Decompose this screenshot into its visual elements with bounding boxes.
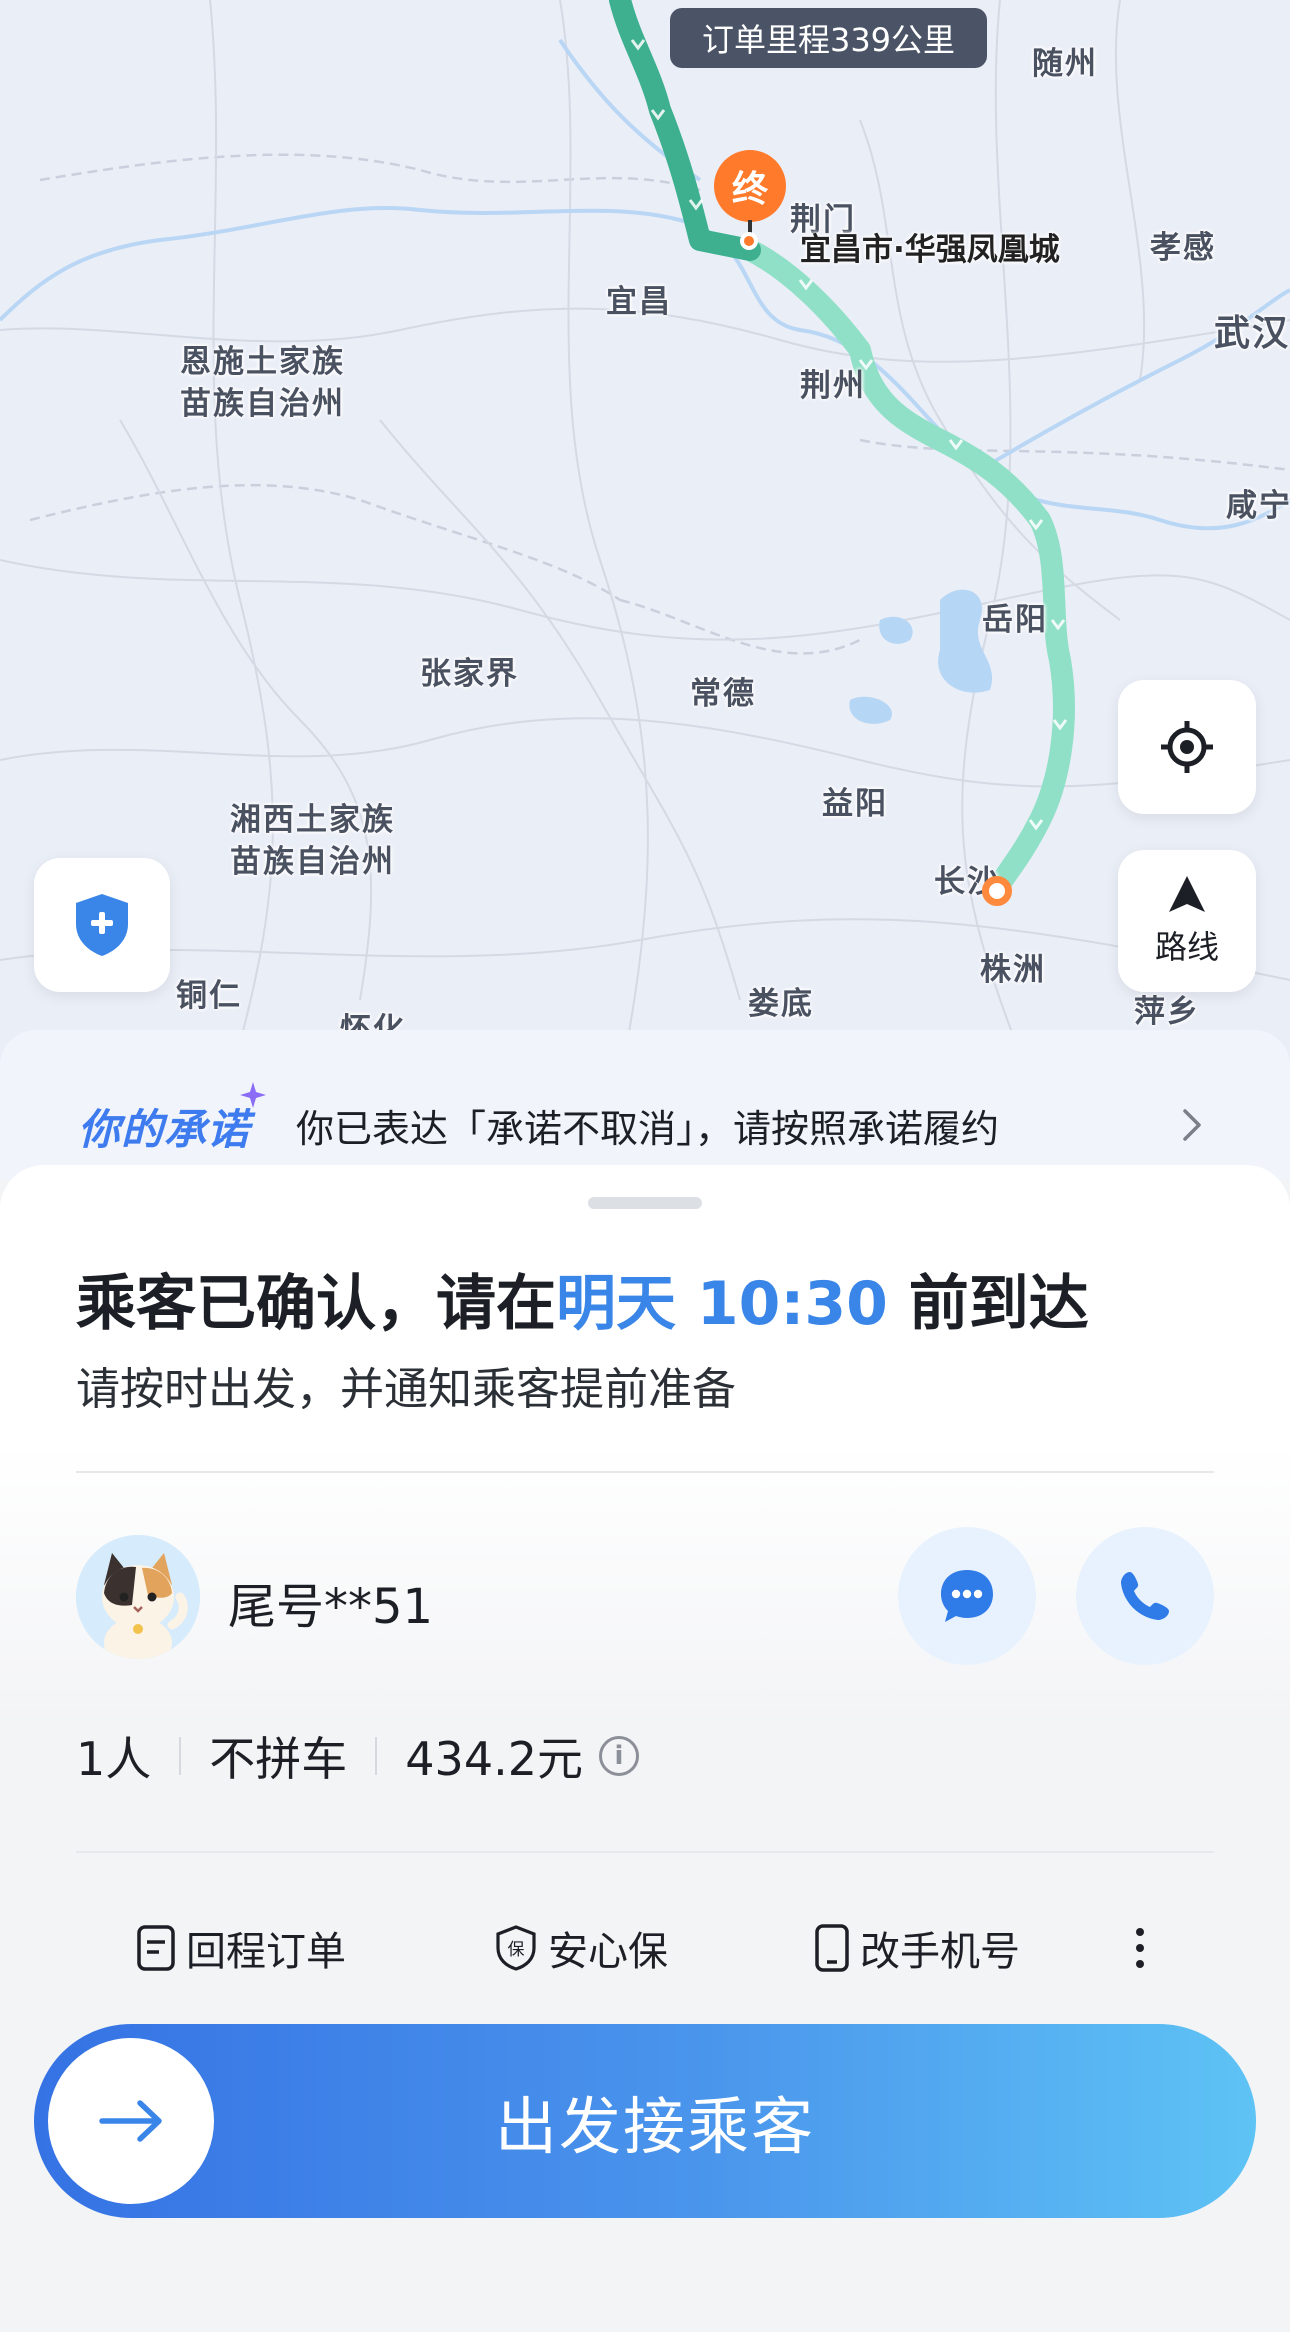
city-label: 张家界 — [420, 656, 519, 692]
order-price: 434.2元 — [405, 1732, 583, 1786]
order-info-row: 1人 不拼车 434.2元 i — [76, 1723, 639, 1789]
message-button[interactable] — [898, 1527, 1036, 1665]
promise-banner[interactable]: 你的承诺 你已表达「承诺不取消」，请按照承诺履约 — [0, 1030, 1290, 1180]
city-label: 益阳 — [822, 786, 888, 822]
city-label: 孝感 — [1150, 230, 1216, 266]
action-bar: 回程订单 保 安心保 改手机号 — [34, 1890, 1256, 2005]
arrival-time: 明天 10:30 — [556, 1269, 888, 1339]
mileage-pill: 订单里程339公里 — [670, 8, 987, 68]
change-phone-label: 改手机号 — [860, 1928, 1020, 1975]
route-button-label: 路线 — [1154, 928, 1219, 966]
city-label: 岳阳 — [982, 602, 1048, 638]
city-label: 随州 — [1032, 46, 1098, 82]
status-title: 乘客已确认，请在明天 10:30 前到达 — [76, 1255, 1089, 1342]
document-icon — [137, 1924, 175, 1971]
return-order-label: 回程订单 — [186, 1928, 346, 1975]
crosshair-icon — [1161, 721, 1213, 773]
city-label: 萍乡 — [1134, 994, 1200, 1030]
shield-plus-icon — [76, 894, 128, 956]
city-label: 武汉 — [1214, 313, 1290, 354]
return-order-button[interactable]: 回程订单 — [136, 1919, 346, 1977]
status-title-suffix: 前到达 — [887, 1269, 1089, 1339]
city-label: 荆州 — [800, 368, 866, 404]
divider — [76, 1471, 1214, 1473]
city-label: 咸宁 — [1226, 488, 1290, 524]
city-label: 铜仁 — [176, 978, 242, 1014]
mobile-phone-icon — [815, 1923, 849, 1972]
change-phone-button[interactable]: 改手机号 — [814, 1919, 1020, 1977]
more-button[interactable] — [1134, 1926, 1156, 1970]
promise-text: 你已表达「承诺不取消」，请按照承诺履约 — [296, 1107, 1000, 1151]
navigation-arrow-icon — [1169, 876, 1205, 912]
slider-knob[interactable] — [48, 2038, 214, 2204]
info-icon[interactable]: i — [598, 1736, 639, 1776]
city-label: 娄底 — [748, 986, 814, 1022]
city-label: 恩施土家族 苗族自治州 — [180, 344, 345, 422]
call-button[interactable] — [1076, 1527, 1214, 1665]
city-label: 湘西土家族 苗族自治州 — [230, 802, 395, 880]
route-button[interactable]: 路线 — [1118, 850, 1256, 992]
svg-text:保: 保 — [508, 1940, 525, 1960]
phone-icon — [1121, 1572, 1169, 1620]
city-label: 宜昌 — [606, 284, 672, 320]
locate-button[interactable] — [1118, 680, 1256, 814]
end-marker: 终 — [714, 150, 786, 222]
city-label: 常德 — [690, 676, 756, 712]
status-title-prefix: 乘客已确认，请在 — [76, 1269, 556, 1339]
cat-avatar-icon — [76, 1535, 200, 1659]
arrow-right-icon — [99, 2100, 162, 2142]
carpool-status: 不拼车 — [209, 1732, 348, 1786]
destination-label: 宜昌市·华强凤凰城 — [800, 232, 1060, 268]
more-vertical-icon — [1136, 1927, 1144, 1968]
end-point-dot — [740, 232, 758, 250]
insurance-shield-icon: 保 — [496, 1924, 536, 1971]
depart-pickup-label: 出发接乘客 — [494, 2090, 815, 2163]
separator — [179, 1737, 182, 1775]
insurance-button[interactable]: 保 安心保 — [494, 1919, 668, 1977]
chat-bubble-icon — [941, 1570, 993, 1622]
separator — [375, 1737, 378, 1775]
map-view[interactable]: 订单里程339公里 随州 荆门 孝感 宜昌 武汉 恩施土家族 苗族自治州 荆州 … — [0, 0, 1290, 1080]
depart-pickup-slider[interactable]: 出发接乘客 — [34, 2024, 1256, 2218]
passenger-name: 尾号**51 — [228, 1579, 434, 1635]
drag-handle[interactable] — [588, 1197, 702, 1209]
passenger-count: 1人 — [76, 1732, 152, 1786]
insurance-label: 安心保 — [548, 1928, 668, 1975]
status-subtitle: 请按时出发，并通知乘客提前准备 — [76, 1364, 736, 1415]
divider — [76, 1851, 1214, 1853]
city-label: 株洲 — [980, 952, 1046, 988]
map-base — [0, 0, 1290, 1080]
start-point-dot — [982, 876, 1012, 906]
chevron-right-icon — [1183, 1109, 1201, 1141]
promise-logo: 你的承诺 — [78, 1105, 251, 1154]
passenger-avatar[interactable] — [76, 1535, 200, 1659]
sparkle-icon — [240, 1082, 266, 1108]
safety-shield-button[interactable] — [34, 858, 170, 992]
